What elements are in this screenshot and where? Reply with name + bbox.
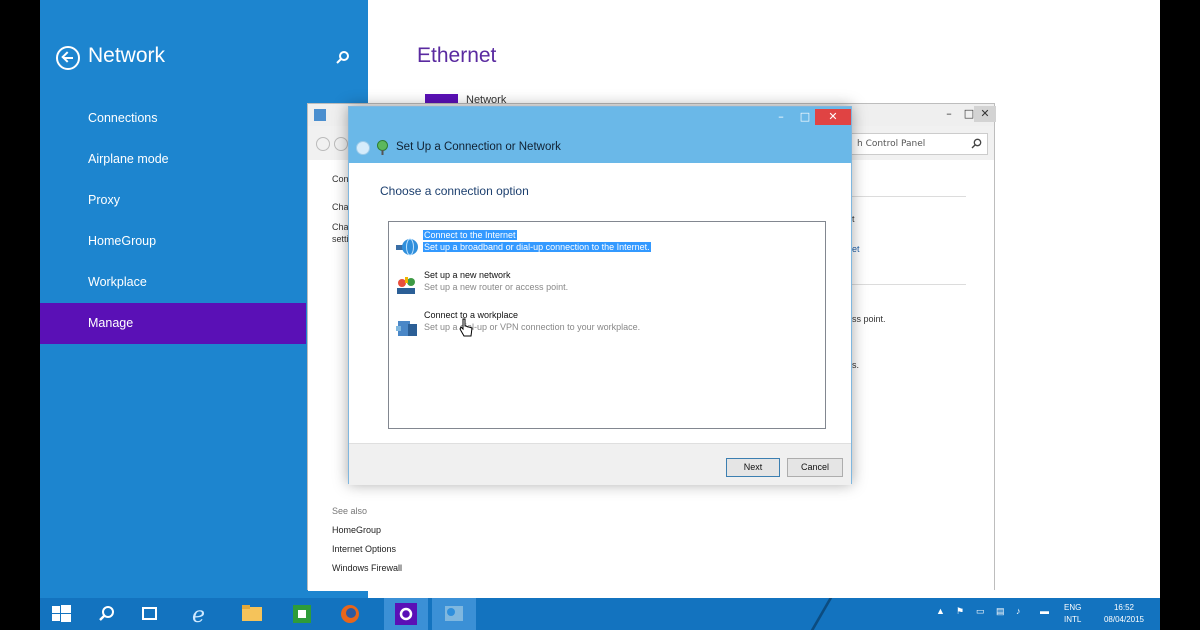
dialog-title: Set Up a Connection or Network: [396, 141, 561, 153]
language-indicator[interactable]: ENG INTL: [1064, 602, 1081, 626]
control-panel-search-input[interactable]: h Control Panel: [848, 133, 988, 155]
desktop: Network Connections Airplane mode Proxy …: [40, 0, 1160, 630]
option-description: Set up a dial-up or VPN connection to yo…: [424, 322, 641, 332]
see-also-link-homegroup[interactable]: HomeGroup: [332, 525, 381, 535]
nav-item-homegroup[interactable]: HomeGroup: [40, 221, 306, 262]
search-icon[interactable]: [971, 138, 982, 149]
option-title: Set up a new network: [424, 270, 511, 280]
back-arrow-icon[interactable]: [316, 137, 330, 151]
control-panel-icon: [314, 109, 326, 121]
cancel-button[interactable]: Cancel: [787, 458, 843, 477]
option-description: Set up a broadband or dial-up connection…: [423, 242, 651, 252]
close-button[interactable]: ✕: [815, 109, 851, 125]
connection-option-list: Connect to the Internet Set up a broadba…: [388, 221, 826, 429]
svg-text:e: e: [192, 603, 205, 628]
dialog-footer: Next Cancel: [349, 443, 851, 485]
dialog-titlebar[interactable]: – □ ✕ Set Up a Connection or Network: [349, 107, 851, 163]
nav-item-manage[interactable]: Manage: [40, 303, 306, 344]
page-title: Network: [88, 44, 166, 67]
store-icon[interactable]: [280, 598, 324, 630]
link-fragment[interactable]: et: [852, 244, 860, 254]
language-top: ENG: [1064, 603, 1082, 612]
network-icon[interactable]: ▤: [996, 606, 1005, 617]
link-fragment[interactable]: Cha: [332, 202, 349, 212]
text-fragment: s.: [852, 360, 860, 370]
option-title: Connect to the Internet: [423, 230, 517, 240]
see-also-heading: See also: [332, 506, 368, 516]
see-also-link-internet-options[interactable]: Internet Options: [332, 544, 396, 554]
search-icon[interactable]: [84, 598, 128, 630]
clock[interactable]: 16:52 08/04/2015: [1098, 602, 1150, 626]
option-connect-to-internet[interactable]: Connect to the Internet Set up a broadba…: [393, 230, 823, 262]
taskbar: e ▲ ⚑ ▭ ▤ ♪ ▬ ENG INTL 16:52 08/04/2015: [40, 598, 1160, 630]
option-connect-to-workplace[interactable]: Connect to a workplace Set up a dial-up …: [393, 310, 823, 342]
clock-date: 08/04/2015: [1103, 615, 1145, 624]
nav-item-proxy[interactable]: Proxy: [40, 180, 306, 221]
minimize-button[interactable]: –: [938, 106, 960, 122]
volume-icon[interactable]: ♪: [1016, 606, 1021, 616]
task-view-icon[interactable]: [128, 598, 172, 630]
search-icon[interactable]: [336, 50, 350, 64]
globe-icon: [396, 238, 418, 256]
option-set-up-new-network[interactable]: Set up a new network Set up a new router…: [393, 270, 823, 302]
dialog-heading: Choose a connection option: [380, 184, 529, 198]
nav-item-connections[interactable]: Connections: [40, 98, 306, 139]
maximize-button[interactable]: □: [793, 109, 817, 125]
control-panel-icon[interactable]: [432, 598, 476, 630]
flag-icon[interactable]: ⚑: [956, 606, 964, 617]
text-fragment: ss point.: [852, 314, 886, 324]
text-fragment: t: [852, 214, 855, 224]
divider: [848, 284, 966, 285]
start-button-windows-icon[interactable]: [40, 598, 84, 630]
keyboard-icon[interactable]: ▬: [1040, 606, 1049, 616]
hand-cursor-icon: [459, 318, 473, 337]
section-fragment: Con: [332, 174, 349, 184]
next-button[interactable]: Next: [726, 458, 780, 477]
show-hidden-icons-icon[interactable]: ▲: [936, 606, 945, 616]
link-fragment[interactable]: setti: [332, 234, 349, 244]
file-explorer-icon[interactable]: [230, 598, 274, 630]
router-icon: [397, 277, 415, 294]
nav-item-workplace[interactable]: Workplace: [40, 262, 306, 303]
firefox-icon[interactable]: [328, 598, 372, 630]
language-bottom: INTL: [1064, 615, 1082, 624]
see-also-link-windows-firewall[interactable]: Windows Firewall: [332, 563, 402, 573]
setup-connection-dialog: – □ ✕ Set Up a Connection or Network Cho…: [348, 106, 852, 485]
workplace-icon: [396, 321, 417, 336]
battery-icon[interactable]: ▭: [976, 606, 985, 617]
ethernet-title: Ethernet: [417, 44, 497, 67]
search-placeholder: h Control Panel: [857, 139, 926, 149]
divider: [848, 196, 966, 197]
clock-time: 16:52: [1113, 603, 1135, 612]
nav-item-airplane-mode[interactable]: Airplane mode: [40, 139, 306, 180]
network-globe-icon: [377, 140, 388, 155]
link-fragment[interactable]: Cha: [332, 222, 349, 232]
back-button[interactable]: [56, 46, 80, 70]
close-button[interactable]: ✕: [974, 106, 996, 122]
option-description: Set up a new router or access point.: [424, 282, 569, 292]
settings-gear-icon[interactable]: [384, 598, 428, 630]
forward-arrow-icon[interactable]: [334, 137, 348, 151]
minimize-button[interactable]: –: [769, 109, 793, 125]
back-arrow-icon[interactable]: [356, 141, 370, 155]
internet-explorer-icon[interactable]: e: [178, 598, 222, 630]
